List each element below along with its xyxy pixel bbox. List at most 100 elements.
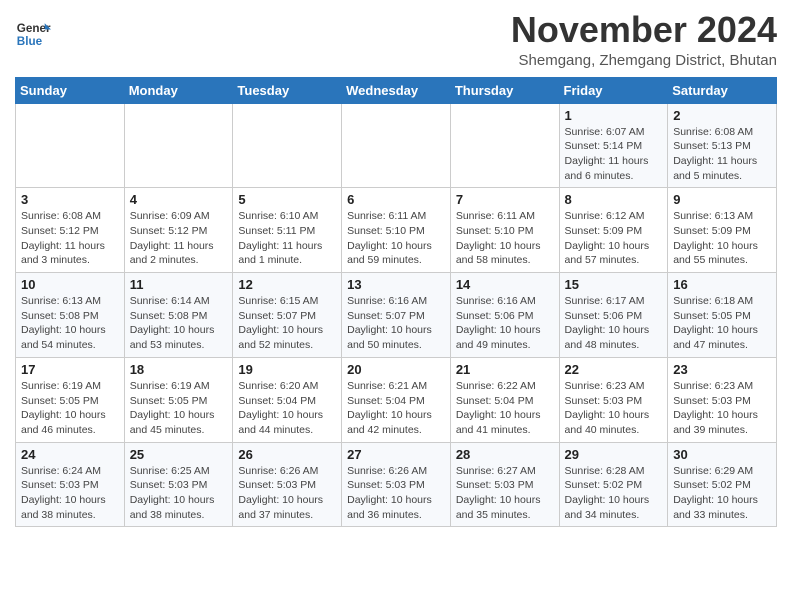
- day-number: 7: [456, 192, 554, 207]
- day-info: Sunrise: 6:26 AM Sunset: 5:03 PM Dayligh…: [238, 464, 336, 523]
- calendar-day-cell: 28 Sunrise: 6:27 AM Sunset: 5:03 PM Dayli…: [450, 442, 559, 527]
- day-number: 27: [347, 447, 445, 462]
- day-info: Sunrise: 6:25 AM Sunset: 5:03 PM Dayligh…: [130, 464, 228, 523]
- calendar-day-cell: 22 Sunrise: 6:23 AM Sunset: 5:03 PM Dayli…: [559, 357, 668, 442]
- calendar-day-cell: 17 Sunrise: 6:19 AM Sunset: 5:05 PM Dayli…: [16, 357, 125, 442]
- calendar-day-cell: 30 Sunrise: 6:29 AM Sunset: 5:02 PM Dayli…: [668, 442, 777, 527]
- day-info: Sunrise: 6:14 AM Sunset: 5:08 PM Dayligh…: [130, 294, 228, 353]
- calendar-day-cell: [233, 103, 342, 188]
- calendar-day-cell: 9Sunrise: 6:13 AM Sunset: 5:09 PM Daylig…: [668, 188, 777, 273]
- day-info: Sunrise: 6:28 AM Sunset: 5:02 PM Dayligh…: [565, 464, 663, 523]
- calendar-day-cell: 18 Sunrise: 6:19 AM Sunset: 5:05 PM Dayli…: [124, 357, 233, 442]
- calendar-day-cell: 3 Sunrise: 6:08 AM Sunset: 5:12 PM Daylig…: [16, 188, 125, 273]
- day-number: 19: [238, 362, 336, 377]
- day-info: Sunrise: 6:18 AM Sunset: 5:05 PM Dayligh…: [673, 294, 771, 353]
- calendar-week-row: 10Sunrise: 6:13 AM Sunset: 5:08 PM Dayli…: [16, 273, 777, 358]
- calendar-day-cell: 11 Sunrise: 6:14 AM Sunset: 5:08 PM Dayli…: [124, 273, 233, 358]
- logo: General Blue: [15, 16, 51, 52]
- day-number: 12: [238, 277, 336, 292]
- day-number: 10: [21, 277, 119, 292]
- day-number: 30: [673, 447, 771, 462]
- month-title: November 2024: [511, 10, 777, 50]
- calendar-day-cell: 21Sunrise: 6:22 AM Sunset: 5:04 PM Dayli…: [450, 357, 559, 442]
- day-info: Sunrise: 6:09 AM Sunset: 5:12 PM Dayligh…: [130, 209, 228, 268]
- day-number: 15: [565, 277, 663, 292]
- calendar-day-cell: 1Sunrise: 6:07 AM Sunset: 5:14 PM Daylig…: [559, 103, 668, 188]
- calendar-week-row: 3 Sunrise: 6:08 AM Sunset: 5:12 PM Daylig…: [16, 188, 777, 273]
- calendar-week-row: 1Sunrise: 6:07 AM Sunset: 5:14 PM Daylig…: [16, 103, 777, 188]
- svg-text:Blue: Blue: [17, 35, 43, 48]
- calendar-day-cell: 27Sunrise: 6:26 AM Sunset: 5:03 PM Dayli…: [342, 442, 451, 527]
- day-info: Sunrise: 6:29 AM Sunset: 5:02 PM Dayligh…: [673, 464, 771, 523]
- day-info: Sunrise: 6:19 AM Sunset: 5:05 PM Dayligh…: [130, 379, 228, 438]
- calendar-day-cell: 12 Sunrise: 6:15 AM Sunset: 5:07 PM Dayli…: [233, 273, 342, 358]
- day-info: Sunrise: 6:20 AM Sunset: 5:04 PM Dayligh…: [238, 379, 336, 438]
- day-number: 3: [21, 192, 119, 207]
- day-number: 22: [565, 362, 663, 377]
- day-info: Sunrise: 6:10 AM Sunset: 5:11 PM Dayligh…: [238, 209, 336, 268]
- day-number: 14: [456, 277, 554, 292]
- day-info: Sunrise: 6:24 AM Sunset: 5:03 PM Dayligh…: [21, 464, 119, 523]
- day-info: Sunrise: 6:21 AM Sunset: 5:04 PM Dayligh…: [347, 379, 445, 438]
- calendar-day-cell: 8Sunrise: 6:12 AM Sunset: 5:09 PM Daylig…: [559, 188, 668, 273]
- day-number: 8: [565, 192, 663, 207]
- day-info: Sunrise: 6:22 AM Sunset: 5:04 PM Dayligh…: [456, 379, 554, 438]
- calendar-day-cell: 6 Sunrise: 6:11 AM Sunset: 5:10 PM Daylig…: [342, 188, 451, 273]
- day-info: Sunrise: 6:19 AM Sunset: 5:05 PM Dayligh…: [21, 379, 119, 438]
- day-number: 17: [21, 362, 119, 377]
- day-info: Sunrise: 6:16 AM Sunset: 5:07 PM Dayligh…: [347, 294, 445, 353]
- calendar-day-cell: 26 Sunrise: 6:26 AM Sunset: 5:03 PM Dayli…: [233, 442, 342, 527]
- day-info: Sunrise: 6:07 AM Sunset: 5:14 PM Dayligh…: [565, 125, 663, 184]
- day-number: 26: [238, 447, 336, 462]
- day-info: Sunrise: 6:13 AM Sunset: 5:09 PM Dayligh…: [673, 209, 771, 268]
- calendar-day-cell: 13 Sunrise: 6:16 AM Sunset: 5:07 PM Dayli…: [342, 273, 451, 358]
- day-number: 5: [238, 192, 336, 207]
- day-number: 4: [130, 192, 228, 207]
- day-number: 16: [673, 277, 771, 292]
- calendar-day-cell: 24Sunrise: 6:24 AM Sunset: 5:03 PM Dayli…: [16, 442, 125, 527]
- location-subtitle: Shemgang, Zhemgang District, Bhutan: [511, 52, 777, 69]
- day-number: 2: [673, 108, 771, 123]
- day-info: Sunrise: 6:17 AM Sunset: 5:06 PM Dayligh…: [565, 294, 663, 353]
- calendar-week-row: 17 Sunrise: 6:19 AM Sunset: 5:05 PM Dayli…: [16, 357, 777, 442]
- day-info: Sunrise: 6:23 AM Sunset: 5:03 PM Dayligh…: [565, 379, 663, 438]
- weekday-header: Thursday: [450, 77, 559, 103]
- day-info: Sunrise: 6:11 AM Sunset: 5:10 PM Dayligh…: [347, 209, 445, 268]
- calendar-day-cell: [450, 103, 559, 188]
- calendar-day-cell: 4 Sunrise: 6:09 AM Sunset: 5:12 PM Daylig…: [124, 188, 233, 273]
- weekday-header: Friday: [559, 77, 668, 103]
- calendar-header-row: SundayMondayTuesdayWednesdayThursdayFrid…: [16, 77, 777, 103]
- day-info: Sunrise: 6:08 AM Sunset: 5:13 PM Dayligh…: [673, 125, 771, 184]
- calendar-day-cell: 5 Sunrise: 6:10 AM Sunset: 5:11 PM Daylig…: [233, 188, 342, 273]
- calendar-day-cell: 7Sunrise: 6:11 AM Sunset: 5:10 PM Daylig…: [450, 188, 559, 273]
- day-number: 6: [347, 192, 445, 207]
- calendar-day-cell: [16, 103, 125, 188]
- calendar-day-cell: 16 Sunrise: 6:18 AM Sunset: 5:05 PM Dayli…: [668, 273, 777, 358]
- logo-icon: General Blue: [15, 16, 51, 52]
- day-number: 18: [130, 362, 228, 377]
- calendar-day-cell: 20 Sunrise: 6:21 AM Sunset: 5:04 PM Dayli…: [342, 357, 451, 442]
- calendar-day-cell: 25 Sunrise: 6:25 AM Sunset: 5:03 PM Dayli…: [124, 442, 233, 527]
- calendar-day-cell: 10Sunrise: 6:13 AM Sunset: 5:08 PM Dayli…: [16, 273, 125, 358]
- calendar-day-cell: 14Sunrise: 6:16 AM Sunset: 5:06 PM Dayli…: [450, 273, 559, 358]
- day-number: 28: [456, 447, 554, 462]
- calendar-day-cell: 23Sunrise: 6:23 AM Sunset: 5:03 PM Dayli…: [668, 357, 777, 442]
- page-header: General Blue November 2024 Shemgang, Zhe…: [15, 10, 777, 69]
- day-number: 11: [130, 277, 228, 292]
- day-number: 20: [347, 362, 445, 377]
- day-info: Sunrise: 6:27 AM Sunset: 5:03 PM Dayligh…: [456, 464, 554, 523]
- day-info: Sunrise: 6:08 AM Sunset: 5:12 PM Dayligh…: [21, 209, 119, 268]
- calendar-day-cell: 29 Sunrise: 6:28 AM Sunset: 5:02 PM Dayli…: [559, 442, 668, 527]
- calendar-day-cell: 19 Sunrise: 6:20 AM Sunset: 5:04 PM Dayli…: [233, 357, 342, 442]
- calendar-day-cell: 2 Sunrise: 6:08 AM Sunset: 5:13 PM Daylig…: [668, 103, 777, 188]
- calendar-day-cell: [124, 103, 233, 188]
- title-block: November 2024 Shemgang, Zhemgang Distric…: [511, 10, 777, 69]
- day-number: 29: [565, 447, 663, 462]
- calendar-day-cell: [342, 103, 451, 188]
- day-number: 13: [347, 277, 445, 292]
- weekday-header: Sunday: [16, 77, 125, 103]
- day-number: 25: [130, 447, 228, 462]
- day-info: Sunrise: 6:15 AM Sunset: 5:07 PM Dayligh…: [238, 294, 336, 353]
- day-number: 23: [673, 362, 771, 377]
- calendar-week-row: 24Sunrise: 6:24 AM Sunset: 5:03 PM Dayli…: [16, 442, 777, 527]
